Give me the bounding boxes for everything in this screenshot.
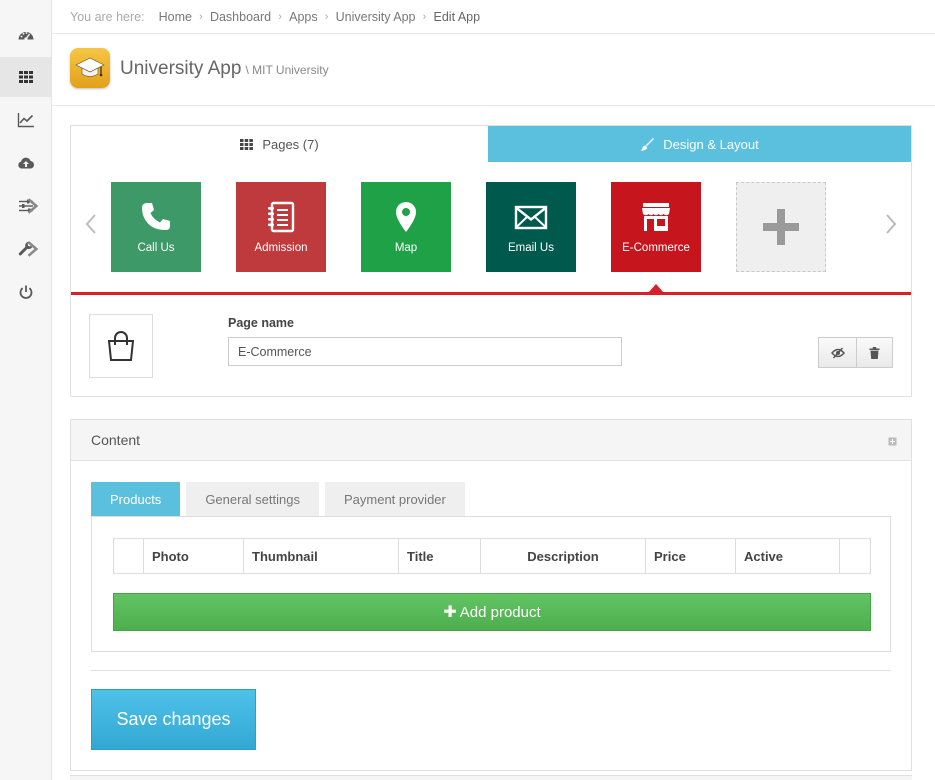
sidebar-item-logout[interactable] bbox=[0, 272, 51, 312]
pages-carousel: Call Us Admission Map Email Us E-Commerc… bbox=[71, 162, 911, 292]
save-changes-button[interactable]: Save changes bbox=[91, 689, 256, 750]
line-chart-icon bbox=[17, 113, 34, 128]
shopping-bag-icon bbox=[107, 331, 135, 361]
paint-brush-icon bbox=[640, 138, 655, 151]
cloud-upload-icon bbox=[17, 157, 34, 169]
breadcrumb-separator: › bbox=[278, 10, 282, 23]
phone-icon bbox=[142, 203, 170, 230]
column-header-thumbnail: Thumbnail bbox=[244, 539, 399, 573]
add-product-button[interactable]: ✚ Add product bbox=[113, 593, 871, 631]
content-title: Content bbox=[91, 432, 141, 448]
column-header-actions bbox=[840, 539, 870, 573]
tab-pages[interactable]: Pages (7) bbox=[71, 126, 488, 162]
grid-apps-icon bbox=[18, 71, 33, 83]
breadcrumb-separator: › bbox=[324, 10, 329, 23]
sidebar-item-publish[interactable] bbox=[0, 143, 51, 183]
breadcrumb-home[interactable]: Home bbox=[159, 10, 192, 24]
delete-page-button[interactable] bbox=[857, 337, 893, 368]
tab-pages-label: Pages (7) bbox=[262, 136, 319, 152]
column-header-title: Title bbox=[399, 539, 481, 573]
column-header-price: Price bbox=[646, 539, 736, 573]
page-name-label: Page name bbox=[228, 316, 295, 330]
chevron-left-icon[interactable] bbox=[83, 212, 99, 236]
page-tile-label: Call Us bbox=[137, 242, 175, 254]
app-header: University App \ MIT University bbox=[52, 34, 935, 106]
grid-icon bbox=[240, 138, 254, 150]
chevron-right-icon bbox=[27, 198, 39, 214]
page-icon-picker[interactable] bbox=[89, 314, 153, 378]
breadcrumb: You are here: Home › Dashboard › Apps › … bbox=[52, 0, 935, 34]
page-tile-map[interactable]: Map bbox=[361, 182, 451, 272]
sidebar-item-dashboard[interactable] bbox=[0, 15, 51, 55]
content-header: Content bbox=[71, 420, 911, 461]
dashboard-gauge-icon bbox=[18, 32, 33, 41]
page-name-input[interactable] bbox=[228, 337, 622, 366]
page-tile-admission[interactable]: Admission bbox=[236, 182, 326, 272]
tab-design-layout[interactable]: Design & Layout bbox=[488, 126, 911, 162]
notebook-icon bbox=[268, 201, 295, 233]
breadcrumb-separator: › bbox=[199, 10, 203, 23]
breadcrumb-apps[interactable]: Apps bbox=[289, 10, 318, 24]
page-actions bbox=[818, 337, 893, 368]
breadcrumb-edit-app: Edit App bbox=[433, 9, 481, 24]
add-page-button[interactable] bbox=[736, 182, 826, 272]
sidebar-item-analytics[interactable] bbox=[0, 100, 51, 140]
store-icon bbox=[642, 203, 670, 231]
breadcrumb-lead: You are here: bbox=[70, 9, 145, 24]
app-name: University App bbox=[120, 58, 242, 79]
products-tab-body: Photo Thumbnail Title Description Price … bbox=[91, 516, 891, 652]
content-panel: Content Products General settings Paymen… bbox=[70, 419, 912, 771]
divider bbox=[91, 670, 891, 671]
page-tile-e-commerce[interactable]: E-Commerce bbox=[611, 182, 701, 272]
panel-tabs: Pages (7) Design & Layout bbox=[71, 126, 911, 162]
plus-square-icon[interactable] bbox=[888, 437, 897, 446]
sidebar-item-settings[interactable] bbox=[0, 186, 51, 226]
left-sidebar bbox=[0, 0, 52, 780]
sidebar-item-apps[interactable] bbox=[0, 57, 51, 97]
content-tabs: Products General settings Payment provid… bbox=[91, 482, 471, 517]
page-tile-label: Email Us bbox=[507, 242, 554, 254]
chevron-right-icon bbox=[27, 241, 39, 257]
add-product-label: Add product bbox=[459, 603, 541, 621]
tab-payment-provider[interactable]: Payment provider bbox=[324, 482, 465, 517]
envelope-icon bbox=[514, 205, 548, 230]
eye-slash-icon bbox=[830, 347, 845, 358]
app-title: University App \ MIT University bbox=[120, 58, 329, 80]
tab-design-label: Design & Layout bbox=[663, 136, 759, 152]
column-header-description: Description bbox=[481, 539, 646, 573]
breadcrumb-dashboard[interactable]: Dashboard bbox=[210, 10, 271, 24]
app-organization: \ MIT University bbox=[245, 63, 329, 77]
breadcrumb-separator: › bbox=[422, 10, 427, 23]
column-header-photo: Photo bbox=[144, 539, 244, 573]
page-tile-label: Admission bbox=[254, 242, 308, 254]
page-tile-email-us[interactable]: Email Us bbox=[486, 182, 576, 272]
page-tile-label: E-Commerce bbox=[622, 242, 690, 254]
page-tile-label: Map bbox=[394, 242, 418, 254]
column-header-select bbox=[114, 539, 144, 573]
trash-icon bbox=[869, 346, 880, 359]
chevron-right-icon[interactable] bbox=[883, 212, 899, 236]
sidebar-item-tools[interactable] bbox=[0, 229, 51, 269]
tab-products[interactable]: Products bbox=[91, 482, 181, 517]
app-icon bbox=[70, 48, 110, 88]
tab-general-settings[interactable]: General settings bbox=[186, 482, 319, 517]
pages-panel: Pages (7) Design & Layout Call Us Admiss… bbox=[70, 125, 912, 397]
plus-icon: ✚ bbox=[443, 604, 457, 621]
products-table-header: Photo Thumbnail Title Description Price … bbox=[113, 538, 871, 574]
plus-icon bbox=[763, 209, 799, 245]
map-marker-icon bbox=[396, 202, 416, 232]
page-tile-call-us[interactable]: Call Us bbox=[111, 182, 201, 272]
column-header-active: Active bbox=[736, 539, 840, 573]
next-panel-edge bbox=[70, 775, 912, 780]
selected-page-underline bbox=[71, 292, 911, 295]
power-icon bbox=[19, 285, 32, 299]
graduation-cap-icon bbox=[75, 57, 105, 77]
breadcrumb-university-app[interactable]: University App bbox=[336, 10, 416, 24]
toggle-visibility-button[interactable] bbox=[818, 337, 857, 368]
